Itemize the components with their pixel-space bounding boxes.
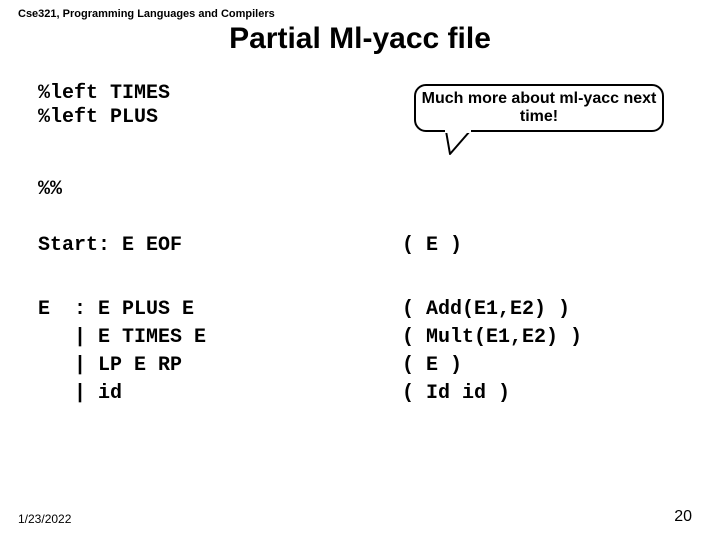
- separator-block: %%: [38, 178, 62, 201]
- start-rule-left: Start: E EOF: [38, 234, 182, 257]
- callout-bubble: Much more about ml-yacc next time!: [414, 84, 664, 132]
- e-rule-left: E : E PLUS E | E TIMES E | LP E RP | id: [38, 296, 206, 408]
- start-rule-right: ( E ): [402, 234, 462, 257]
- course-label: Cse321, Programming Languages and Compil…: [18, 8, 275, 20]
- page-title: Partial Ml-yacc file: [0, 22, 720, 56]
- precedence-block: %left TIMES %left PLUS: [38, 82, 170, 130]
- footer-page-number: 20: [674, 508, 692, 526]
- footer-date: 1/23/2022: [18, 512, 71, 526]
- e-rule-right: ( Add(E1,E2) ) ( Mult(E1,E2) ) ( E ) ( I…: [402, 296, 582, 408]
- callout-tail-icon: [442, 130, 474, 156]
- callout-text: Much more about ml-yacc next time!: [420, 90, 658, 126]
